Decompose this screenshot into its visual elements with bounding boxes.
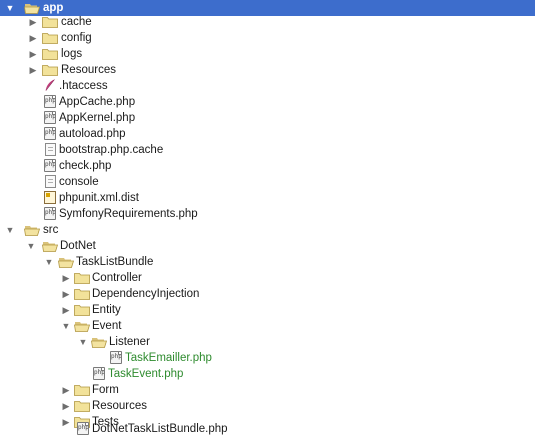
tree-row-console[interactable]: console — [0, 174, 535, 190]
tree-row-controller[interactable]: ▶ Controller — [0, 270, 535, 286]
tree-label: console — [59, 176, 99, 188]
expanded-arrow-icon[interactable]: ▼ — [25, 238, 37, 254]
expanded-arrow-icon[interactable]: ▼ — [77, 334, 89, 350]
text-file-icon — [45, 143, 56, 156]
tree-row-check[interactable]: php check.php — [0, 158, 535, 174]
tree-row-htaccess[interactable]: .htaccess — [0, 78, 535, 94]
tree-label: bootstrap.php.cache — [59, 144, 164, 156]
php-file-icon: php — [44, 95, 56, 108]
expanded-arrow-icon[interactable]: ▼ — [4, 222, 16, 238]
php-file-icon: php — [110, 351, 122, 364]
tree-row-config[interactable]: ▶ config — [0, 30, 535, 46]
folder-icon — [74, 272, 90, 284]
tree-label: cache — [61, 16, 92, 28]
tree-label: Resources — [61, 64, 116, 76]
tree-label: DependencyInjection — [92, 288, 200, 300]
folder-open-icon — [42, 240, 58, 252]
tree-row-dependencyinjection[interactable]: ▶ DependencyInjection — [0, 286, 535, 302]
tree-row-event[interactable]: ▼ Event — [0, 318, 535, 334]
tree-label: TaskListBundle — [76, 256, 154, 268]
tree-label: check.php — [59, 160, 112, 172]
tree-row-listener[interactable]: ▼ Listener — [0, 334, 535, 350]
collapsed-arrow-icon[interactable]: ▶ — [27, 62, 39, 78]
tree-row-bootstrap[interactable]: bootstrap.php.cache — [0, 142, 535, 158]
folder-open-icon — [91, 336, 107, 348]
php-file-icon: php — [44, 159, 56, 172]
php-file-icon: php — [44, 111, 56, 124]
tree-label: Listener — [109, 336, 150, 348]
folder-open-icon — [74, 320, 90, 332]
tree-label: logs — [61, 48, 83, 60]
tree-label: TaskEvent.php — [108, 368, 184, 380]
tree-row-tasklistbundle[interactable]: ▼ TaskListBundle — [0, 254, 535, 270]
php-file-icon: php — [77, 422, 89, 435]
collapsed-arrow-icon[interactable]: ▶ — [60, 382, 72, 398]
tree-label: .htaccess — [59, 80, 108, 92]
tree-row-resources[interactable]: ▶ Resources — [0, 62, 535, 78]
collapsed-arrow-icon[interactable]: ▶ — [60, 398, 72, 414]
tree-label: autoload.php — [59, 128, 126, 140]
tree-row-dotnet[interactable]: ▼ DotNet — [0, 238, 535, 254]
folder-icon — [42, 48, 58, 60]
tree-row-cache[interactable]: ▶ cache — [0, 14, 535, 30]
collapsed-arrow-icon[interactable]: ▶ — [60, 286, 72, 302]
folder-open-icon — [24, 2, 40, 14]
collapsed-arrow-icon[interactable]: ▶ — [60, 302, 72, 318]
folder-icon — [74, 400, 90, 412]
folder-icon — [42, 16, 58, 28]
collapsed-arrow-icon[interactable]: ▶ — [60, 270, 72, 286]
tree-row-appkernel[interactable]: php AppKernel.php — [0, 110, 535, 126]
php-file-icon: php — [44, 207, 56, 220]
tree-label: Controller — [92, 272, 142, 284]
folder-open-icon — [58, 256, 74, 268]
php-file-icon: php — [44, 127, 56, 140]
project-explorer-tree: ▼ app ▶ cache ▶ config ▶ logs ▶ Resource… — [0, 0, 535, 437]
tree-label: TaskEmailler.php — [125, 352, 212, 364]
folder-icon — [74, 288, 90, 300]
tree-row-taskevent[interactable]: php TaskEvent.php — [0, 366, 535, 382]
tree-label: Form — [92, 384, 119, 396]
collapsed-arrow-icon[interactable]: ▶ — [27, 46, 39, 62]
expanded-arrow-icon[interactable]: ▼ — [43, 254, 55, 270]
tree-row-form[interactable]: ▶ Form — [0, 382, 535, 398]
folder-icon — [42, 32, 58, 44]
folder-icon — [74, 304, 90, 316]
tree-row-dotnettasklistbundle[interactable]: php DotNetTaskListBundle.php — [0, 421, 535, 437]
tree-row-logs[interactable]: ▶ logs — [0, 46, 535, 62]
folder-open-icon — [24, 224, 40, 236]
tree-label: Event — [92, 320, 122, 332]
tree-label: config — [61, 32, 92, 44]
php-file-icon: php — [93, 367, 105, 380]
tree-label: DotNet — [60, 240, 96, 252]
tree-label: DotNetTaskListBundle.php — [92, 423, 228, 435]
folder-icon — [42, 64, 58, 76]
tree-row-phpunit[interactable]: phpunit.xml.dist — [0, 190, 535, 206]
tree-row-taskemailler[interactable]: php TaskEmailler.php — [0, 350, 535, 366]
tree-row-entity[interactable]: ▶ Entity — [0, 302, 535, 318]
tree-row-bundle-resources[interactable]: ▶ Resources — [0, 398, 535, 414]
tree-label: AppKernel.php — [59, 112, 136, 124]
tree-row-appcache[interactable]: php AppCache.php — [0, 94, 535, 110]
folder-icon — [74, 384, 90, 396]
tree-label: phpunit.xml.dist — [59, 192, 139, 204]
tree-row-src[interactable]: ▼ src — [0, 222, 535, 238]
collapsed-arrow-icon[interactable]: ▶ — [27, 14, 39, 30]
tree-label: src — [43, 224, 59, 236]
tree-row-symfonyrequirements[interactable]: php SymfonyRequirements.php — [0, 206, 535, 222]
tree-row-autoload[interactable]: php autoload.php — [0, 126, 535, 142]
tree-label: Entity — [92, 304, 121, 316]
feather-icon — [44, 79, 56, 92]
tree-label: SymfonyRequirements.php — [59, 208, 198, 220]
collapsed-arrow-icon[interactable]: ▶ — [27, 30, 39, 46]
text-file-icon — [45, 175, 56, 188]
tree-label: Resources — [92, 400, 147, 412]
tree-label: AppCache.php — [59, 96, 136, 108]
expanded-arrow-icon[interactable]: ▼ — [60, 318, 72, 334]
xml-file-icon — [44, 191, 56, 204]
